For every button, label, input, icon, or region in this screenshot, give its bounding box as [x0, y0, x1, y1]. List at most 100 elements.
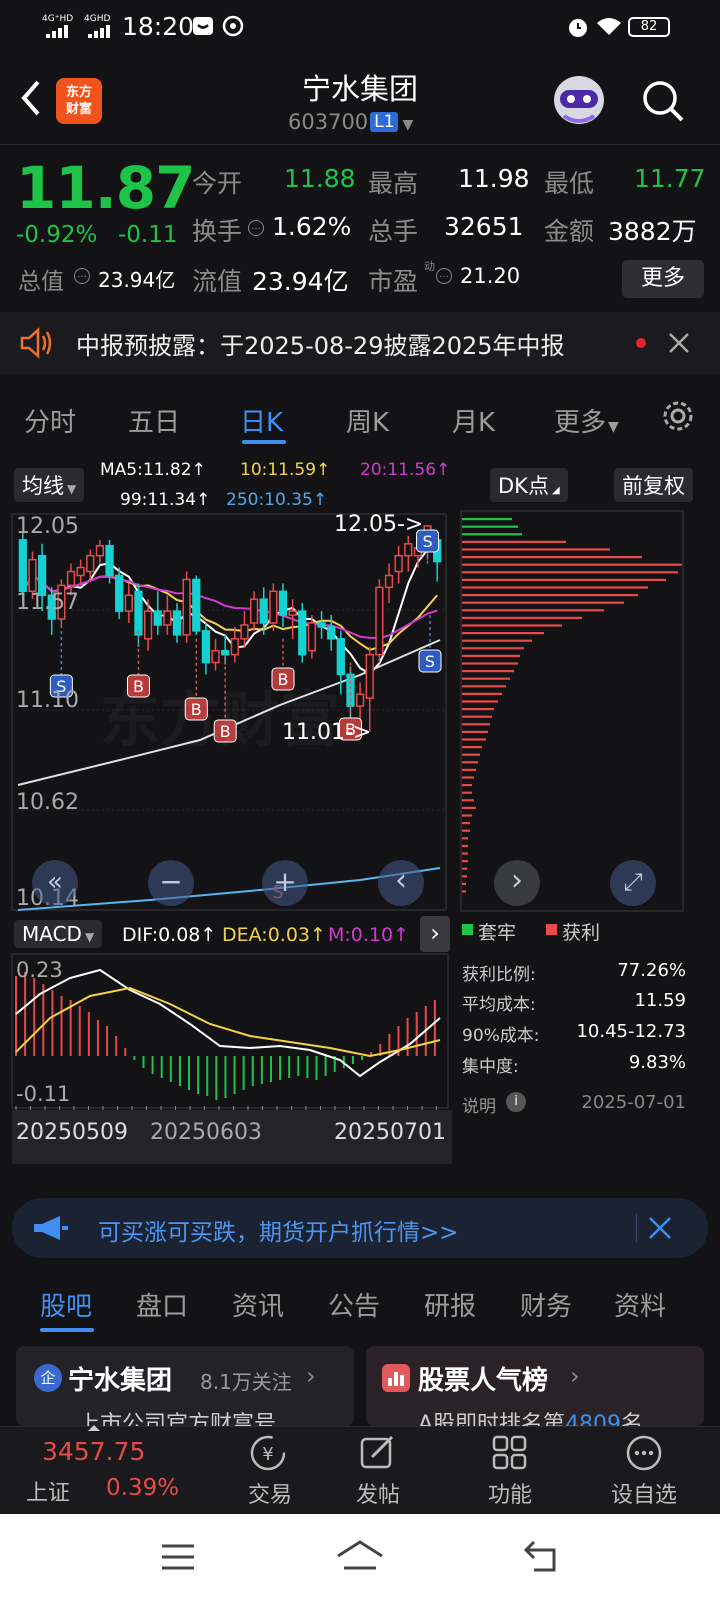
- company-account-card[interactable]: 企 宁水集团 8.1万关注 › 上市公司官方财富号: [16, 1346, 354, 1426]
- menu-icon[interactable]: [160, 1542, 196, 1572]
- chip-bar: [462, 571, 678, 574]
- chip-bar: [462, 791, 472, 794]
- settings-gear-icon[interactable]: [660, 398, 696, 434]
- candle-body: [394, 554, 403, 573]
- nav-add-watchlist[interactable]: 设自选: [600, 1433, 688, 1511]
- candle-body: [327, 626, 336, 640]
- nav-trade[interactable]: ¥ 交易: [226, 1433, 314, 1511]
- chip-bar: [462, 799, 474, 802]
- info-icon[interactable]: …: [74, 268, 90, 284]
- pe-value: 21.20: [460, 264, 521, 288]
- popularity-card-title: 股票人气榜: [418, 1366, 549, 1396]
- chip-bar: [462, 594, 638, 597]
- indicator-label: 均线: [22, 474, 64, 498]
- notice-bar[interactable]: 中报预披露：于2025-08-29披露2025年中报: [0, 312, 720, 374]
- more-quote-button[interactable]: 更多: [622, 260, 704, 298]
- candle-body: [404, 543, 413, 557]
- candle-body: [240, 624, 249, 640]
- candle-body: [336, 638, 345, 676]
- info-icon[interactable]: …: [436, 268, 452, 284]
- company-card-subtitle: 上市公司官方财富号: [78, 1412, 277, 1426]
- candle-body: [124, 594, 133, 612]
- chip-bar: [462, 746, 482, 749]
- y-label-2: 11.57: [16, 590, 79, 615]
- popularity-rank-card[interactable]: 股票人气榜 › A股即时排名第4809名: [366, 1346, 704, 1426]
- legend-profit: 获利: [562, 922, 601, 944]
- macd-m: M:0.10↑: [328, 924, 410, 946]
- zoom-in-button[interactable]: +: [262, 860, 308, 906]
- zoom-out-button[interactable]: −: [148, 860, 194, 906]
- app-notify-icon: [222, 15, 244, 37]
- tab-announcements[interactable]: 公告: [328, 1286, 380, 1323]
- adjust-price-button[interactable]: 前复权: [614, 468, 693, 502]
- chip-bar: [462, 677, 510, 680]
- tab-five-day[interactable]: 五日: [128, 402, 180, 439]
- back-nav-icon[interactable]: [522, 1538, 562, 1574]
- ma250-line: [17, 867, 441, 911]
- chip-bar: [462, 708, 494, 711]
- ma99-value: 99:11.34↑: [120, 490, 211, 510]
- indicator-next-button[interactable]: ›: [420, 916, 450, 952]
- stock-header: 东方 财富 宁水集团 603700 L1 ▼: [0, 52, 720, 144]
- alarm-icon: [569, 19, 587, 37]
- svg-text:¥: ¥: [262, 1444, 273, 1465]
- dk-label: DK点: [498, 474, 549, 498]
- rank-prefix: A股即时排名第: [418, 1412, 566, 1426]
- tab-daily-k[interactable]: 日K: [240, 402, 283, 439]
- macd-label: MACD: [22, 922, 82, 946]
- tab-finance[interactable]: 财务: [520, 1286, 572, 1323]
- candle-body: [201, 630, 211, 664]
- chip-bar: [462, 829, 470, 832]
- wifi-icon: [597, 18, 621, 35]
- chip-bar: [462, 882, 466, 885]
- tab-research[interactable]: 研报: [424, 1286, 476, 1323]
- search-icon[interactable]: [640, 78, 686, 124]
- low-label: 最低: [544, 169, 595, 198]
- scroll-left-button[interactable]: ‹: [378, 860, 424, 906]
- close-icon[interactable]: [668, 332, 690, 354]
- x-label-start: 20250509: [16, 1120, 128, 1145]
- macd-indicator-selector[interactable]: MACD ▼: [14, 920, 103, 948]
- nav-post[interactable]: 发帖: [334, 1433, 422, 1511]
- scroll-left-fast-button[interactable]: «: [32, 860, 78, 906]
- tab-intraday[interactable]: 分时: [24, 402, 76, 439]
- candle-body: [288, 610, 297, 616]
- tab-monthly-k[interactable]: 月K: [452, 402, 495, 439]
- chip-frame: [460, 510, 684, 912]
- candle-body: [249, 598, 259, 624]
- tab-profile[interactable]: 资料: [614, 1286, 666, 1323]
- futures-ad-banner[interactable]: 可买涨可买跌，期货开户抓行情>>: [12, 1198, 708, 1258]
- tab-news[interactable]: 资讯: [232, 1286, 284, 1323]
- candle-body: [230, 638, 239, 656]
- candle-body: [163, 610, 172, 626]
- chip-bar: [462, 768, 476, 771]
- volume-label: 总手: [368, 217, 419, 246]
- info-icon[interactable]: …: [248, 220, 264, 236]
- tab-weekly-k[interactable]: 周K: [346, 402, 389, 439]
- ma5-value: MA5:11.82↑: [100, 460, 206, 480]
- nav-functions[interactable]: 功能: [466, 1433, 554, 1511]
- ma20-value: 20:11.56↑: [360, 460, 451, 480]
- system-nav-bar: [0, 1514, 720, 1600]
- bottom-nav: 3457.75 上证 0.39% ¥ 交易 发帖 功能 设自选: [0, 1425, 720, 1514]
- chip-bar: [462, 784, 472, 787]
- candle-body: [66, 570, 76, 587]
- tab-orderbook[interactable]: 盘口: [136, 1286, 188, 1323]
- stock-code-selector[interactable]: 603700 L1 ▼: [288, 110, 413, 134]
- x-label-end: 20250701: [334, 1120, 446, 1145]
- x-label-mid: 20250603: [150, 1120, 262, 1145]
- tab-forum[interactable]: 股吧: [40, 1286, 92, 1323]
- indicator-selector[interactable]: 均线 ▼: [14, 468, 85, 502]
- robot-assistant-icon[interactable]: [550, 72, 608, 128]
- trade-yen-icon: ¥: [250, 1435, 286, 1471]
- home-icon[interactable]: [334, 1538, 386, 1574]
- dk-point-button[interactable]: DK点 ◢: [490, 468, 568, 502]
- info-icon[interactable]: i: [506, 1092, 526, 1112]
- content-tabs: 股吧 盘口 资讯 公告 研报 财务 资料: [0, 1272, 720, 1342]
- tab-more[interactable]: 更多 ▼: [554, 402, 619, 439]
- close-icon[interactable]: [648, 1216, 672, 1240]
- macd-dea: DEA:0.03↑: [222, 924, 326, 946]
- tab-active-indicator: [40, 1328, 94, 1332]
- index-value[interactable]: 3457.75: [42, 1437, 145, 1466]
- nav-post-label: 发帖: [355, 1483, 400, 1508]
